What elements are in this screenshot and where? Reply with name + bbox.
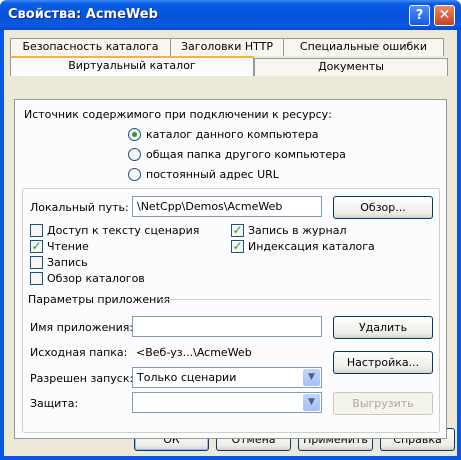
read-label: Чтение xyxy=(47,240,89,253)
radio-local-directory[interactable] xyxy=(128,128,141,141)
unload-button[interactable]: Выгрузить xyxy=(333,392,433,415)
checkbox-read[interactable]: ✓ xyxy=(30,240,43,253)
tab-http-headers[interactable]: Заголовки HTTP xyxy=(170,38,284,56)
local-path-label: Локальный путь: xyxy=(30,201,129,214)
start-folder-value: <Веб-уз...\AcmeWeb xyxy=(136,346,252,359)
radio-network-share-label: общая папка другого компьютера xyxy=(146,148,346,161)
execute-permissions-label: Разрешен запуск: xyxy=(30,372,134,385)
delete-app-button[interactable]: Удалить xyxy=(333,316,433,339)
index-resource-label: Индексация каталога xyxy=(248,240,375,253)
chevron-down-icon[interactable]: ▼ xyxy=(303,394,320,411)
help-title-button[interactable]: ? xyxy=(409,5,430,26)
app-settings-divider xyxy=(160,299,430,300)
content-source-heading: Источник содержимого при подключении к р… xyxy=(24,108,332,121)
app-name-label: Имя приложения: xyxy=(30,321,134,334)
execute-permissions-select[interactable]: Только сценарии ▼ xyxy=(132,367,322,388)
window-title: Свойства: AcmeWeb xyxy=(8,7,158,22)
tab-virtual-directory[interactable]: Виртуальный каталог xyxy=(10,56,254,76)
radio-url-redirect[interactable] xyxy=(128,168,141,181)
log-visits-label: Запись в журнал xyxy=(248,224,347,237)
chevron-down-icon[interactable]: ▼ xyxy=(303,369,320,386)
dialog-window: Свойства: AcmeWeb ? ✕ Безопасность катал… xyxy=(0,0,461,460)
app-name-input[interactable] xyxy=(132,316,322,337)
close-icon[interactable]: ✕ xyxy=(434,5,455,26)
local-path-input[interactable]: \NetCpp\Demos\AcmeWeb xyxy=(132,196,322,217)
tab-panel-virtual-directory: Источник содержимого при подключении к р… xyxy=(14,99,447,439)
checkbox-script-source-access[interactable] xyxy=(30,224,43,237)
checkbox-directory-browsing[interactable] xyxy=(30,272,43,285)
radio-local-directory-label: каталог данного компьютера xyxy=(146,128,319,141)
browse-button[interactable]: Обзор... xyxy=(333,196,433,219)
dialog-client-area: Безопасность каталога Заголовки HTTP Спе… xyxy=(4,30,457,456)
radio-url-redirect-label: постоянный адрес URL xyxy=(146,168,279,181)
tab-documents[interactable]: Документы xyxy=(254,58,448,76)
radio-network-share[interactable] xyxy=(128,148,141,161)
title-bar[interactable]: Свойства: AcmeWeb ? ✕ xyxy=(0,0,461,30)
start-folder-label: Исходная папка: xyxy=(30,346,128,359)
script-source-access-label: Доступ к тексту сценария xyxy=(47,224,200,237)
app-protection-label: Защита: xyxy=(30,397,79,410)
checkbox-log-visits[interactable]: ✓ xyxy=(231,224,244,237)
tab-directory-security[interactable]: Безопасность каталога xyxy=(10,38,171,56)
directory-browsing-label: Обзор каталогов xyxy=(47,272,145,285)
checkbox-write[interactable] xyxy=(30,256,43,269)
app-protection-select[interactable]: ▼ xyxy=(132,392,322,413)
checkbox-index-resource[interactable]: ✓ xyxy=(231,240,244,253)
execute-permissions-value: Только сценарии xyxy=(137,371,237,384)
app-settings-heading: Параметры приложения xyxy=(28,293,171,306)
radio-selected-dot xyxy=(132,132,137,137)
write-label: Запись xyxy=(47,256,88,269)
configuration-button[interactable]: Настройка... xyxy=(333,351,433,374)
tab-custom-errors[interactable]: Специальные ошибки xyxy=(283,38,444,56)
